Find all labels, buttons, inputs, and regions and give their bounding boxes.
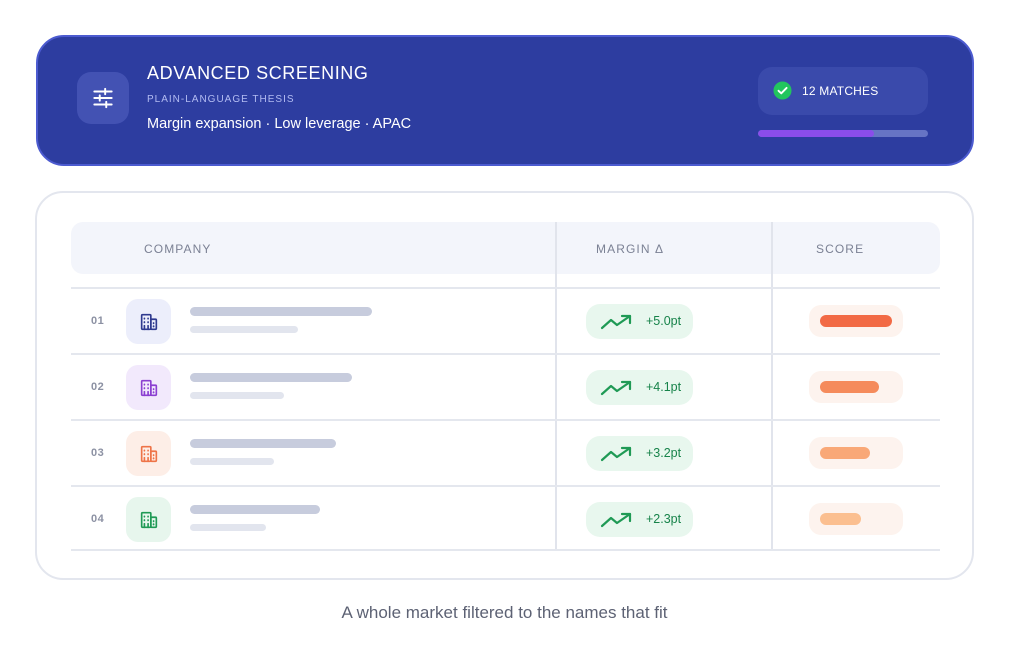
- company-detail-placeholder: [190, 326, 298, 333]
- company-detail-placeholder: [190, 458, 274, 465]
- trending-up-icon: [600, 446, 632, 462]
- score-bar: [820, 315, 892, 327]
- results-table-card: COMPANY MARGIN Δ SCORE 01 +5.0pt 02 +4.1pt 0…: [35, 191, 974, 580]
- table-row[interactable]: 04 +2.3pt: [71, 487, 940, 551]
- trending-up-icon: [600, 380, 632, 396]
- column-header-margin[interactable]: MARGIN Δ: [596, 242, 664, 256]
- margin-delta-value: +2.3pt: [646, 512, 682, 526]
- score-meter: [809, 503, 903, 535]
- company-detail-placeholder: [190, 524, 266, 531]
- company-avatar: [126, 497, 171, 542]
- margin-delta-value: +4.1pt: [646, 380, 682, 394]
- row-rank: 01: [91, 315, 105, 327]
- row-rank: 03: [91, 447, 105, 459]
- company-name-placeholder: [190, 439, 336, 448]
- check-circle-icon: [773, 81, 792, 100]
- score-bar: [820, 513, 861, 525]
- thesis-text: Margin expansion · Low leverage · APAC: [147, 116, 412, 132]
- row-rank: 02: [91, 381, 105, 393]
- company-name-placeholder: [190, 505, 320, 514]
- screening-header-card: ADVANCED SCREENING PLAIN-LANGUAGE THESIS…: [36, 35, 974, 166]
- score-meter: [809, 305, 903, 337]
- company-avatar: [126, 299, 171, 344]
- table-row[interactable]: 03 +3.2pt: [71, 421, 940, 485]
- company-name-placeholder: [190, 373, 352, 382]
- company-avatar: [126, 365, 171, 410]
- margin-delta-badge: +2.3pt: [586, 502, 693, 537]
- matches-progress-track: [758, 130, 928, 137]
- margin-delta-badge: +3.2pt: [586, 436, 693, 471]
- building-icon: [140, 445, 157, 462]
- matches-count: 12 MATCHES: [802, 84, 879, 98]
- trending-up-icon: [600, 512, 632, 528]
- margin-delta-value: +5.0pt: [646, 314, 682, 328]
- margin-delta-badge: +4.1pt: [586, 370, 693, 405]
- matches-progress-fill: [758, 130, 874, 137]
- company-avatar: [126, 431, 171, 476]
- company-detail-placeholder: [190, 392, 284, 399]
- score-bar: [820, 381, 879, 393]
- score-meter: [809, 437, 903, 469]
- thesis-eyebrow: PLAIN-LANGUAGE THESIS: [147, 94, 295, 105]
- sliders-icon: [93, 87, 113, 109]
- score-meter: [809, 371, 903, 403]
- screening-illustration: ADVANCED SCREENING PLAIN-LANGUAGE THESIS…: [0, 0, 1009, 657]
- table-row[interactable]: 02 +4.1pt: [71, 355, 940, 419]
- margin-delta-badge: +5.0pt: [586, 304, 693, 339]
- table-row[interactable]: 01 +5.0pt: [71, 289, 940, 353]
- screening-title: ADVANCED SCREENING: [147, 63, 369, 83]
- building-icon: [140, 313, 157, 330]
- column-header-company[interactable]: COMPANY: [144, 242, 211, 256]
- building-icon: [140, 511, 157, 528]
- company-name-placeholder: [190, 307, 372, 316]
- row-rank: 04: [91, 513, 105, 525]
- building-icon: [140, 379, 157, 396]
- caption: A whole market filtered to the names tha…: [341, 603, 668, 622]
- table-header: COMPANY MARGIN Δ SCORE: [71, 222, 940, 274]
- filter-button[interactable]: [77, 72, 129, 124]
- margin-delta-value: +3.2pt: [646, 446, 682, 460]
- score-bar: [820, 447, 870, 459]
- column-header-score[interactable]: SCORE: [816, 242, 864, 256]
- matches-badge: 12 MATCHES: [758, 67, 928, 115]
- trending-up-icon: [600, 314, 632, 330]
